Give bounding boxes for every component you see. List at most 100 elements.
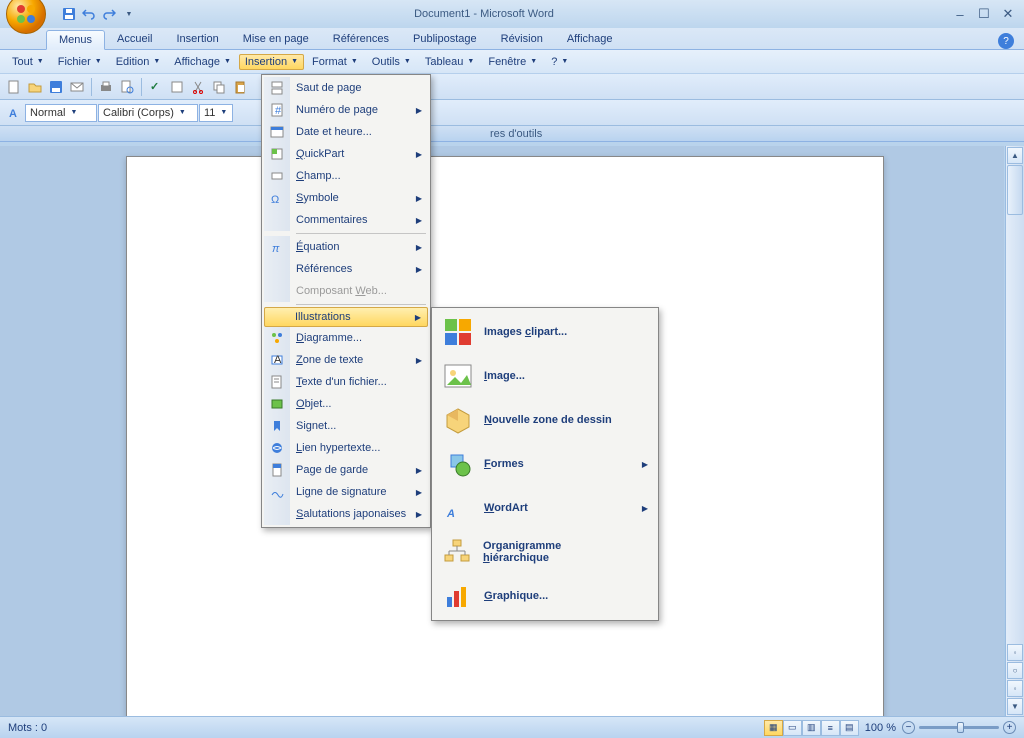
tab-mise-en-page[interactable]: Mise en page (231, 30, 321, 49)
menu-[interactable]: ?▼ (545, 54, 574, 70)
menu-item-label: Objet... (296, 398, 408, 410)
menu-item-symbole[interactable]: ΩSymbole▶ (264, 187, 428, 209)
menu-item-quickpart[interactable]: QuickPart▶ (264, 143, 428, 165)
help-icon[interactable]: ? (998, 33, 1014, 49)
qat-dropdown-icon[interactable]: ▼ (120, 5, 138, 23)
print-preview-icon[interactable] (117, 77, 137, 97)
close-button[interactable]: ✕ (998, 6, 1018, 22)
open-icon[interactable] (25, 77, 45, 97)
scroll-down-icon[interactable]: ▼ (1007, 698, 1023, 715)
minimize-button[interactable]: – (950, 6, 970, 22)
zoom-in-icon[interactable]: + (1003, 721, 1016, 734)
draft-view-icon[interactable]: ▤ (840, 720, 859, 736)
menu-item-texte-d-un-fichier[interactable]: Texte d'un fichier... (264, 371, 428, 393)
symbol-icon: Ω (264, 187, 290, 209)
menu-item-num-ro-de-page[interactable]: #Numéro de page▶ (264, 99, 428, 121)
menu-affichage[interactable]: Affichage▼ (168, 54, 237, 70)
zoom-slider[interactable]: − + (902, 721, 1016, 734)
submenu-arrow-icon: ▶ (642, 504, 648, 513)
menu-outils[interactable]: Outils▼ (366, 54, 417, 70)
menu-item-saut-de-page[interactable]: Saut de page (264, 77, 428, 99)
submenu-item-wordart[interactable]: AWordArt▶ (434, 486, 656, 530)
new-icon[interactable] (4, 77, 24, 97)
word-count[interactable]: Mots : 0 (8, 722, 47, 734)
menu-item-label: Champ... (296, 170, 408, 182)
paste-icon[interactable] (230, 77, 250, 97)
menu-item-commentaires[interactable]: Commentaires▶ (264, 209, 428, 231)
menu-fichier[interactable]: Fichier▼ (52, 54, 108, 70)
scroll-thumb[interactable] (1007, 165, 1023, 215)
cut-icon[interactable] (188, 77, 208, 97)
browse-object-icon[interactable]: ○ (1007, 662, 1023, 679)
view-buttons: ▦ ▭ ▥ ≡ ▤ (764, 720, 859, 736)
menu-item-objet[interactable]: Objet... (264, 393, 428, 415)
menu-item-ligne-de-signature[interactable]: Ligne de signature▶ (264, 481, 428, 503)
cover-page-icon (264, 459, 290, 481)
submenu-item-label: Images clipart... (484, 326, 567, 338)
menu-tableau[interactable]: Tableau▼ (419, 54, 480, 70)
object-icon (264, 393, 290, 415)
tab-insertion[interactable]: Insertion (165, 30, 231, 49)
menu-item-zone-de-texte[interactable]: AZone de texte▶ (264, 349, 428, 371)
style-combo[interactable]: Normal▼ (25, 104, 97, 122)
print-layout-view-icon[interactable]: ▦ (764, 720, 783, 736)
menu-item-page-de-garde[interactable]: Page de garde▶ (264, 459, 428, 481)
undo-icon[interactable] (80, 5, 98, 23)
copy-icon[interactable] (209, 77, 229, 97)
maximize-button[interactable]: ☐ (974, 6, 994, 22)
orgchart-icon (440, 534, 475, 570)
menu-item-illustrations[interactable]: Illustrations▶ (264, 307, 428, 327)
submenu-item-clipart[interactable]: Images clipart... (434, 310, 656, 354)
menu-item-diagramme[interactable]: Diagramme... (264, 327, 428, 349)
print-icon[interactable] (96, 77, 116, 97)
outline-view-icon[interactable]: ≡ (821, 720, 840, 736)
tab-affichage[interactable]: Affichage (555, 30, 625, 49)
vertical-scrollbar[interactable]: ▲ ◦ ○ ◦ ▼ (1005, 146, 1024, 716)
tab-menus[interactable]: Menus (46, 30, 105, 50)
prev-page-icon[interactable]: ◦ (1007, 644, 1023, 661)
tab-références[interactable]: Références (321, 30, 401, 49)
menu-item-label: Commentaires (296, 214, 408, 226)
submenu-item-canvas[interactable]: Nouvelle zone de dessin (434, 398, 656, 442)
menu-format[interactable]: Format▼ (306, 54, 364, 70)
submenu-item-orgchart[interactable]: Organigramme hiérarchique (434, 530, 656, 574)
web-layout-view-icon[interactable]: ▥ (802, 720, 821, 736)
svg-text:π: π (272, 243, 280, 254)
tab-révision[interactable]: Révision (489, 30, 555, 49)
menu-item-lien-hypertexte[interactable]: Lien hypertexte... (264, 437, 428, 459)
menu-tout[interactable]: Tout▼ (6, 54, 50, 70)
tab-publipostage[interactable]: Publipostage (401, 30, 489, 49)
menu-fentre[interactable]: Fenêtre▼ (482, 54, 543, 70)
save-icon[interactable] (60, 5, 78, 23)
submenu-item-image[interactable]: Image... (434, 354, 656, 398)
font-size-combo[interactable]: 11▼ (199, 104, 233, 122)
canvas-icon (440, 402, 476, 438)
next-page-icon[interactable]: ◦ (1007, 680, 1023, 697)
research-icon[interactable] (167, 77, 187, 97)
tab-accueil[interactable]: Accueil (105, 30, 164, 49)
blank-icon (264, 280, 290, 302)
styles-icon[interactable]: A (4, 103, 24, 123)
blank-icon (264, 258, 290, 280)
menu-item-salutations-japonaises[interactable]: Salutations japonaises▶ (264, 503, 428, 525)
menu-item-r-f-rences[interactable]: Références▶ (264, 258, 428, 280)
menu-item-quation[interactable]: πÉquation▶ (264, 236, 428, 258)
spellcheck-icon[interactable]: ✓ (146, 77, 166, 97)
redo-icon[interactable] (100, 5, 118, 23)
insertion-dropdown-menu: Saut de page#Numéro de page▶Date et heur… (261, 74, 431, 528)
menu-item-date-et-heure[interactable]: Date et heure... (264, 121, 428, 143)
submenu-item-chart[interactable]: Graphique... (434, 574, 656, 618)
menu-item-champ[interactable]: Champ... (264, 165, 428, 187)
zoom-level[interactable]: 100 % (865, 722, 896, 734)
equation-icon: π (264, 236, 290, 258)
save-icon[interactable] (46, 77, 66, 97)
zoom-out-icon[interactable]: − (902, 721, 915, 734)
mail-icon[interactable] (67, 77, 87, 97)
full-screen-view-icon[interactable]: ▭ (783, 720, 802, 736)
menu-insertion[interactable]: Insertion▼ (239, 54, 304, 70)
font-combo[interactable]: Calibri (Corps)▼ (98, 104, 198, 122)
menu-item-signet[interactable]: Signet... (264, 415, 428, 437)
scroll-up-icon[interactable]: ▲ (1007, 147, 1023, 164)
menu-edition[interactable]: Edition▼ (110, 54, 167, 70)
submenu-item-shapes[interactable]: Formes▶ (434, 442, 656, 486)
